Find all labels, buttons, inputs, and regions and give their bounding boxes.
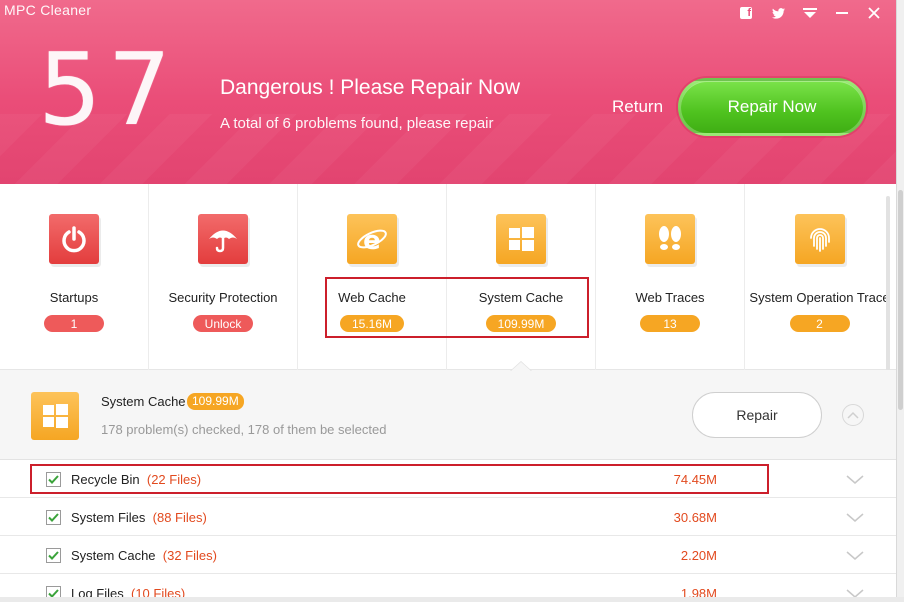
category-label: Web Cache (338, 290, 406, 305)
window-scrollbar[interactable] (896, 0, 904, 602)
category-label: Web Traces (635, 290, 705, 305)
category-label: Startups (49, 290, 99, 305)
menu-icon[interactable] (794, 4, 826, 22)
row-label: System Cache (71, 548, 156, 563)
row-size: 74.45M (673, 472, 717, 487)
row-label: System Files (71, 510, 146, 525)
chevron-down-icon[interactable] (846, 472, 864, 486)
row-count: (88 Files) (152, 510, 207, 525)
row-checkbox[interactable] (46, 548, 61, 563)
title-bar-actions: f (730, 4, 890, 22)
category-badge: 1 (44, 315, 104, 332)
category-system-cache[interactable]: System Cache 109.99M (447, 184, 596, 370)
minimize-icon[interactable] (826, 4, 858, 22)
list-item[interactable]: System Files (88 Files) 30.68M (0, 498, 896, 536)
umbrella-icon (198, 214, 248, 264)
status-subtitle: A total of 6 problems found, please repa… (220, 115, 494, 132)
row-checkbox[interactable] (46, 472, 61, 487)
windows-icon (496, 214, 546, 264)
category-badge: 2 (789, 315, 850, 332)
repair-button[interactable]: Repair (692, 392, 822, 438)
risk-score: 57 (38, 31, 178, 148)
chevron-down-icon[interactable] (846, 548, 864, 562)
selection-pointer (511, 362, 531, 371)
category-startups[interactable]: Startups 1 (0, 184, 149, 370)
row-checkbox[interactable] (46, 510, 61, 525)
scrollbar-thumb[interactable] (898, 190, 903, 410)
category-badge: 13 (640, 315, 700, 332)
category-badge: 109.99M (485, 315, 557, 332)
row-name: System Cache (32 Files) (71, 548, 217, 563)
app-logo: MPC Cleaner (4, 2, 92, 18)
category-label: Security Protection (168, 290, 278, 305)
list-item[interactable]: Recycle Bin (22 Files) 74.45M (0, 460, 896, 498)
detail-size-badge: 109.99M (187, 393, 244, 410)
detail-title: System Cache (101, 394, 186, 409)
category-badge: Unlock (192, 315, 254, 332)
list-item[interactable]: System Cache (32 Files) 2.20M (0, 536, 896, 574)
row-count: (32 Files) (162, 548, 217, 563)
category-row: Startups 1 Security Protection Unlock e … (0, 184, 896, 370)
detail-subtitle: 178 problem(s) checked, 178 of them be s… (101, 422, 387, 437)
category-badge: 15.16M (339, 315, 405, 332)
row-label: Recycle Bin (71, 472, 140, 487)
category-web-cache[interactable]: e Web Cache 15.16M (298, 184, 447, 370)
facebook-icon[interactable]: f (730, 4, 762, 22)
repair-now-button[interactable]: Repair Now (678, 78, 866, 136)
close-icon[interactable] (858, 4, 890, 22)
fingerprint-icon (794, 214, 845, 264)
collapse-up-icon[interactable] (842, 404, 864, 426)
footprints-icon (645, 214, 695, 264)
category-label: System Operation Trace (749, 290, 890, 305)
file-list: Recycle Bin (22 Files) 74.45M System Fil… (0, 460, 896, 602)
bottom-edge (0, 597, 904, 602)
row-name: System Files (88 Files) (71, 510, 207, 525)
row-count: (22 Files) (146, 472, 202, 487)
row-size: 30.68M (673, 510, 717, 525)
power-icon (49, 214, 99, 264)
row-size: 2.20M (680, 548, 717, 563)
return-link[interactable]: Return (612, 97, 663, 117)
header-banner: MPC Cleaner f 57 Dangerous ! Please Repa… (0, 0, 896, 184)
status-title: Dangerous ! Please Repair Now (220, 76, 520, 99)
category-system-operation-trace[interactable]: System Operation Trace 2 (745, 184, 894, 370)
category-security-protection[interactable]: Security Protection Unlock (149, 184, 298, 370)
twitter-icon[interactable] (762, 4, 794, 22)
windows-icon (31, 392, 79, 440)
ie-icon: e (347, 214, 397, 264)
row-name: Recycle Bin (22 Files) (71, 472, 201, 487)
category-web-traces[interactable]: Web Traces 13 (596, 184, 745, 370)
category-label: System Cache (478, 290, 564, 305)
chevron-down-icon[interactable] (846, 510, 864, 524)
detail-panel: System Cache 109.99M 178 problem(s) chec… (0, 370, 896, 460)
